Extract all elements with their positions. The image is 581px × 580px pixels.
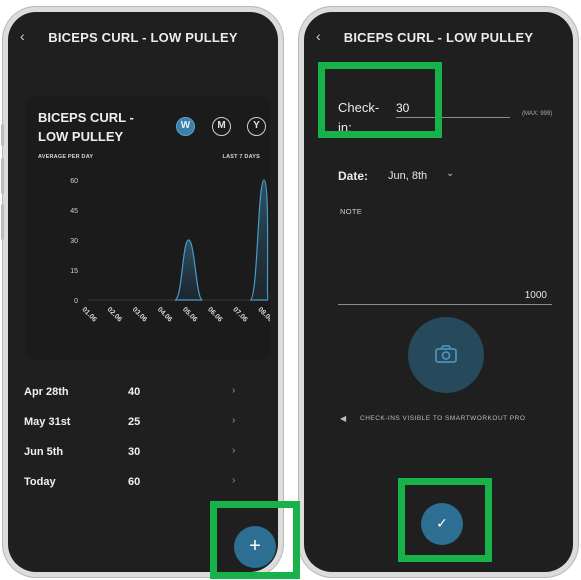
checkin-chart: 0 15 30 45 60 01.06 02.06 03.06 04.06 05.06 06.06…	[70, 178, 270, 324]
history-row[interactable]: Today 60 ›	[8, 468, 278, 498]
y-tick-label: 15	[70, 268, 78, 275]
y-tick-label: 30	[70, 238, 78, 245]
stats-card: BICEPS CURL - LOW PULLEY W M Y AVERAGE P…	[26, 96, 270, 360]
confirm-highlight	[398, 478, 492, 562]
row-value: 60	[128, 476, 141, 488]
x-tick-label: 07.06	[231, 306, 248, 323]
row-value: 25	[128, 416, 141, 428]
megaphone-icon: ◀	[340, 414, 347, 423]
history-row[interactable]: May 31st 25 ›	[8, 408, 278, 438]
checkin-max-hint: (MAX: 999)	[522, 111, 553, 117]
row-value: 40	[128, 386, 141, 398]
row-date: Today	[24, 476, 56, 488]
camera-button[interactable]	[408, 317, 484, 393]
y-tick-label: 60	[70, 178, 78, 185]
x-tick-label: 02.06	[106, 306, 123, 323]
x-tick-label: 06.06	[206, 306, 223, 323]
exercise-title: BICEPS CURL - LOW PULLEY	[38, 110, 134, 144]
x-tick-label: 05.06	[181, 306, 198, 323]
phone-side-button	[1, 124, 4, 146]
chevron-right-icon: ›	[232, 475, 236, 486]
phone-side-button	[1, 158, 4, 194]
chart-area-peak	[174, 239, 203, 301]
visibility-notice: CHECK-INS VISIBLE TO SMARTWORKOUT PRO	[360, 415, 526, 422]
row-date: Jun 5th	[24, 446, 64, 458]
chevron-right-icon: ›	[232, 415, 236, 426]
chart-caption-right: LAST 7 DAYS	[222, 154, 260, 160]
note-char-count: 1000	[524, 290, 547, 301]
chevron-right-icon: ›	[232, 385, 236, 396]
date-value[interactable]: Jun, 8th	[388, 170, 427, 182]
period-week-button[interactable]: W	[176, 117, 195, 136]
history-row[interactable]: Apr 28th 40 ›	[8, 378, 278, 408]
chart-caption-left: AVERAGE PER DAY	[38, 154, 94, 160]
x-tick-label: 01.06	[80, 306, 97, 323]
page-title: BICEPS CURL - LOW PULLEY	[343, 30, 534, 45]
header: ‹ BICEPS CURL - LOW PULLEY	[8, 24, 278, 52]
history-screen: ‹ BICEPS CURL - LOW PULLEY BICEPS CURL -…	[8, 12, 278, 572]
row-date: May 31st	[24, 416, 71, 428]
chevron-right-icon: ›	[232, 445, 236, 456]
history-list: Apr 28th 40 › May 31st 25 › Jun 5th 30 ›…	[8, 378, 278, 498]
checkin-highlight	[318, 62, 442, 138]
x-tick-label: 08.06	[256, 306, 270, 323]
header: ‹ BICEPS CURL - LOW PULLEY	[304, 24, 573, 52]
note-field[interactable]	[338, 304, 552, 305]
period-month-button[interactable]: M	[212, 117, 231, 136]
x-tick-label: 04.06	[156, 306, 173, 323]
history-row[interactable]: Jun 5th 30 ›	[8, 438, 278, 468]
add-highlight	[210, 501, 300, 579]
left-phone: ‹ BICEPS CURL - LOW PULLEY BICEPS CURL -…	[1, 6, 284, 578]
page-title: BICEPS CURL - LOW PULLEY	[48, 30, 238, 45]
phone-side-button	[1, 204, 4, 240]
note-label: NOTE	[340, 207, 363, 216]
period-year-button[interactable]: Y	[247, 117, 266, 136]
x-tick-label: 03.06	[131, 306, 148, 323]
row-value: 30	[128, 446, 141, 458]
y-tick-label: 45	[70, 208, 78, 215]
chart-area-peak	[249, 179, 269, 301]
row-date: Apr 28th	[24, 386, 69, 398]
date-label: Date:	[338, 169, 369, 183]
y-tick-label: 0	[74, 298, 78, 305]
camera-icon	[435, 345, 457, 363]
chevron-down-icon[interactable]: ⌄	[446, 168, 454, 179]
